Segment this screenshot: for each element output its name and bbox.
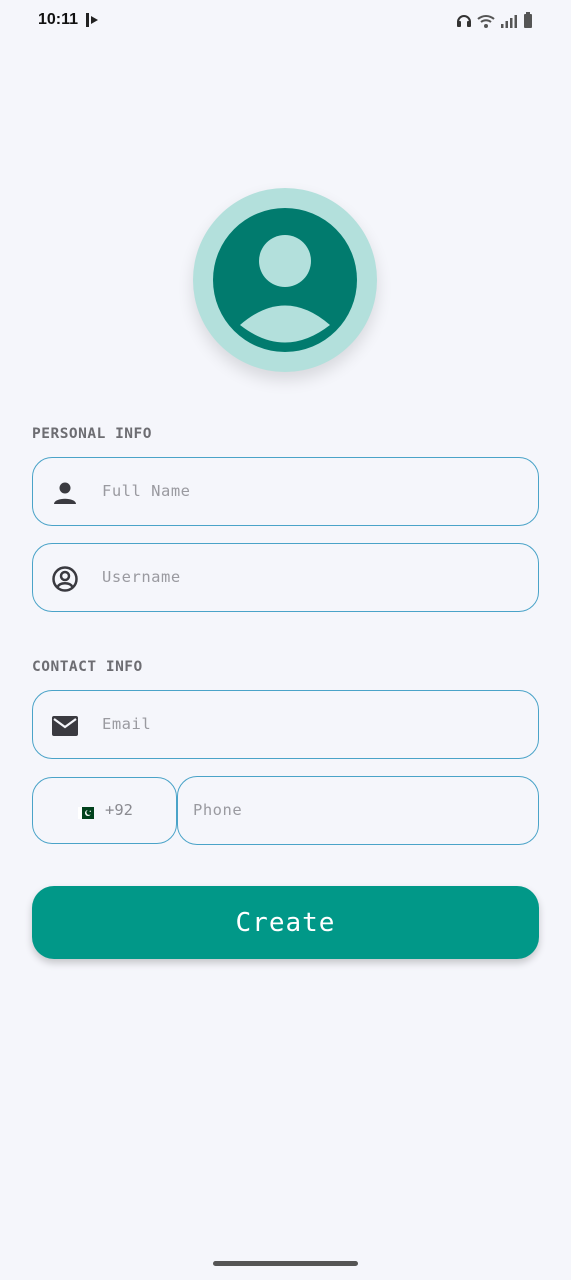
full-name-field[interactable]: Full Name (32, 457, 539, 526)
phone-placeholder: Phone (193, 801, 243, 819)
home-indicator[interactable] (213, 1261, 358, 1266)
signal-icon (500, 13, 518, 32)
app-notification-icon (84, 12, 100, 32)
contact-info-label: CONTACT INFO (32, 659, 143, 675)
person-avatar-icon (213, 208, 357, 352)
person-icon (51, 479, 79, 507)
country-code: +92 (105, 801, 133, 819)
email-placeholder: Email (102, 715, 152, 733)
full-name-placeholder: Full Name (102, 482, 191, 500)
battery-icon (523, 12, 533, 32)
username-field[interactable]: Username (32, 543, 539, 612)
status-time: 10:11 (38, 11, 79, 28)
status-bar: 10:11 (0, 0, 571, 42)
mail-icon (51, 712, 79, 740)
account-circle-icon (51, 565, 79, 593)
pakistan-flag-icon (78, 804, 94, 819)
country-code-picker[interactable]: +92 (32, 777, 177, 844)
phone-field[interactable]: Phone (177, 776, 539, 845)
create-button[interactable]: Create (32, 886, 539, 959)
wifi-icon (477, 13, 495, 32)
avatar[interactable] (193, 188, 377, 372)
email-field[interactable]: Email (32, 690, 539, 759)
username-placeholder: Username (102, 568, 181, 586)
personal-info-label: PERSONAL INFO (32, 426, 152, 442)
headphones-icon (456, 12, 472, 32)
